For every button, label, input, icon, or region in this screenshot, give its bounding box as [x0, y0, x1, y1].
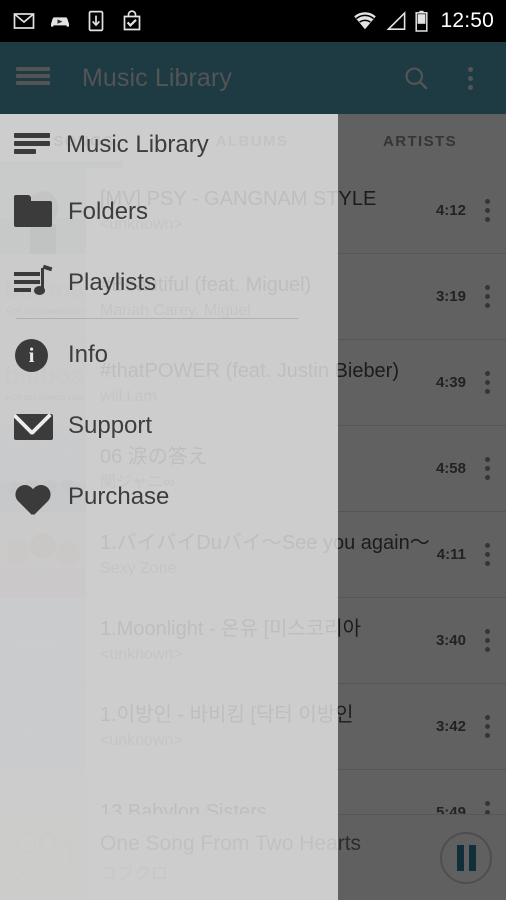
page-title: Music Library: [82, 63, 232, 92]
status-bar-clock: 12:50: [440, 9, 494, 32]
drawer-header: Music Library: [0, 114, 338, 176]
android-auto-icon: [51, 17, 69, 27]
status-bar: 12:50: [0, 0, 506, 42]
shopping-checklist-icon: [123, 10, 141, 31]
overflow-menu-icon: [467, 66, 473, 90]
drawer-item-info[interactable]: i Info: [0, 319, 338, 390]
drawer-item-folders-label: Folders: [68, 197, 149, 225]
drawer-item-support-label: Support: [68, 411, 153, 439]
status-bar-system: 12:50: [353, 9, 506, 33]
drawer-item-folders[interactable]: Folders: [0, 176, 338, 247]
heart-icon: [14, 480, 54, 514]
hamburger-menu-icon[interactable]: [16, 65, 50, 91]
drawer-header-title: Music Library: [66, 131, 209, 158]
drawer-item-purchase[interactable]: Purchase: [0, 461, 338, 532]
playlist-icon: [14, 264, 54, 300]
app-root: SONGS ALBUMS ARTISTS [MV] PSY - GANGNAM …: [0, 0, 506, 900]
wifi-icon: [354, 12, 377, 30]
drawer-item-playlists-label: Playlists: [68, 268, 157, 296]
library-list-icon: [14, 132, 50, 158]
drawer-divider: [16, 318, 298, 319]
info-icon: i: [14, 338, 54, 372]
navigation-drawer: Music Library Folders Playlists i Info S…: [0, 114, 338, 900]
drawer-item-info-label: Info: [68, 340, 109, 368]
cell-signal-icon: [386, 11, 406, 30]
overflow-menu-button[interactable]: [446, 54, 494, 102]
drawer-item-support[interactable]: Support: [0, 390, 338, 461]
gmail-icon: [13, 13, 35, 29]
search-button[interactable]: [392, 54, 440, 102]
mail-icon: [14, 409, 54, 443]
search-icon: [405, 67, 428, 90]
status-bar-notifications: [0, 9, 144, 33]
drawer-item-purchase-label: Purchase: [68, 482, 170, 510]
drawer-item-playlists[interactable]: Playlists: [0, 247, 338, 318]
download-icon: [88, 10, 104, 32]
app-toolbar: Music Library: [0, 42, 506, 114]
battery-icon: [415, 10, 428, 32]
folder-icon: [14, 194, 54, 229]
toolbar-actions: [392, 54, 506, 102]
